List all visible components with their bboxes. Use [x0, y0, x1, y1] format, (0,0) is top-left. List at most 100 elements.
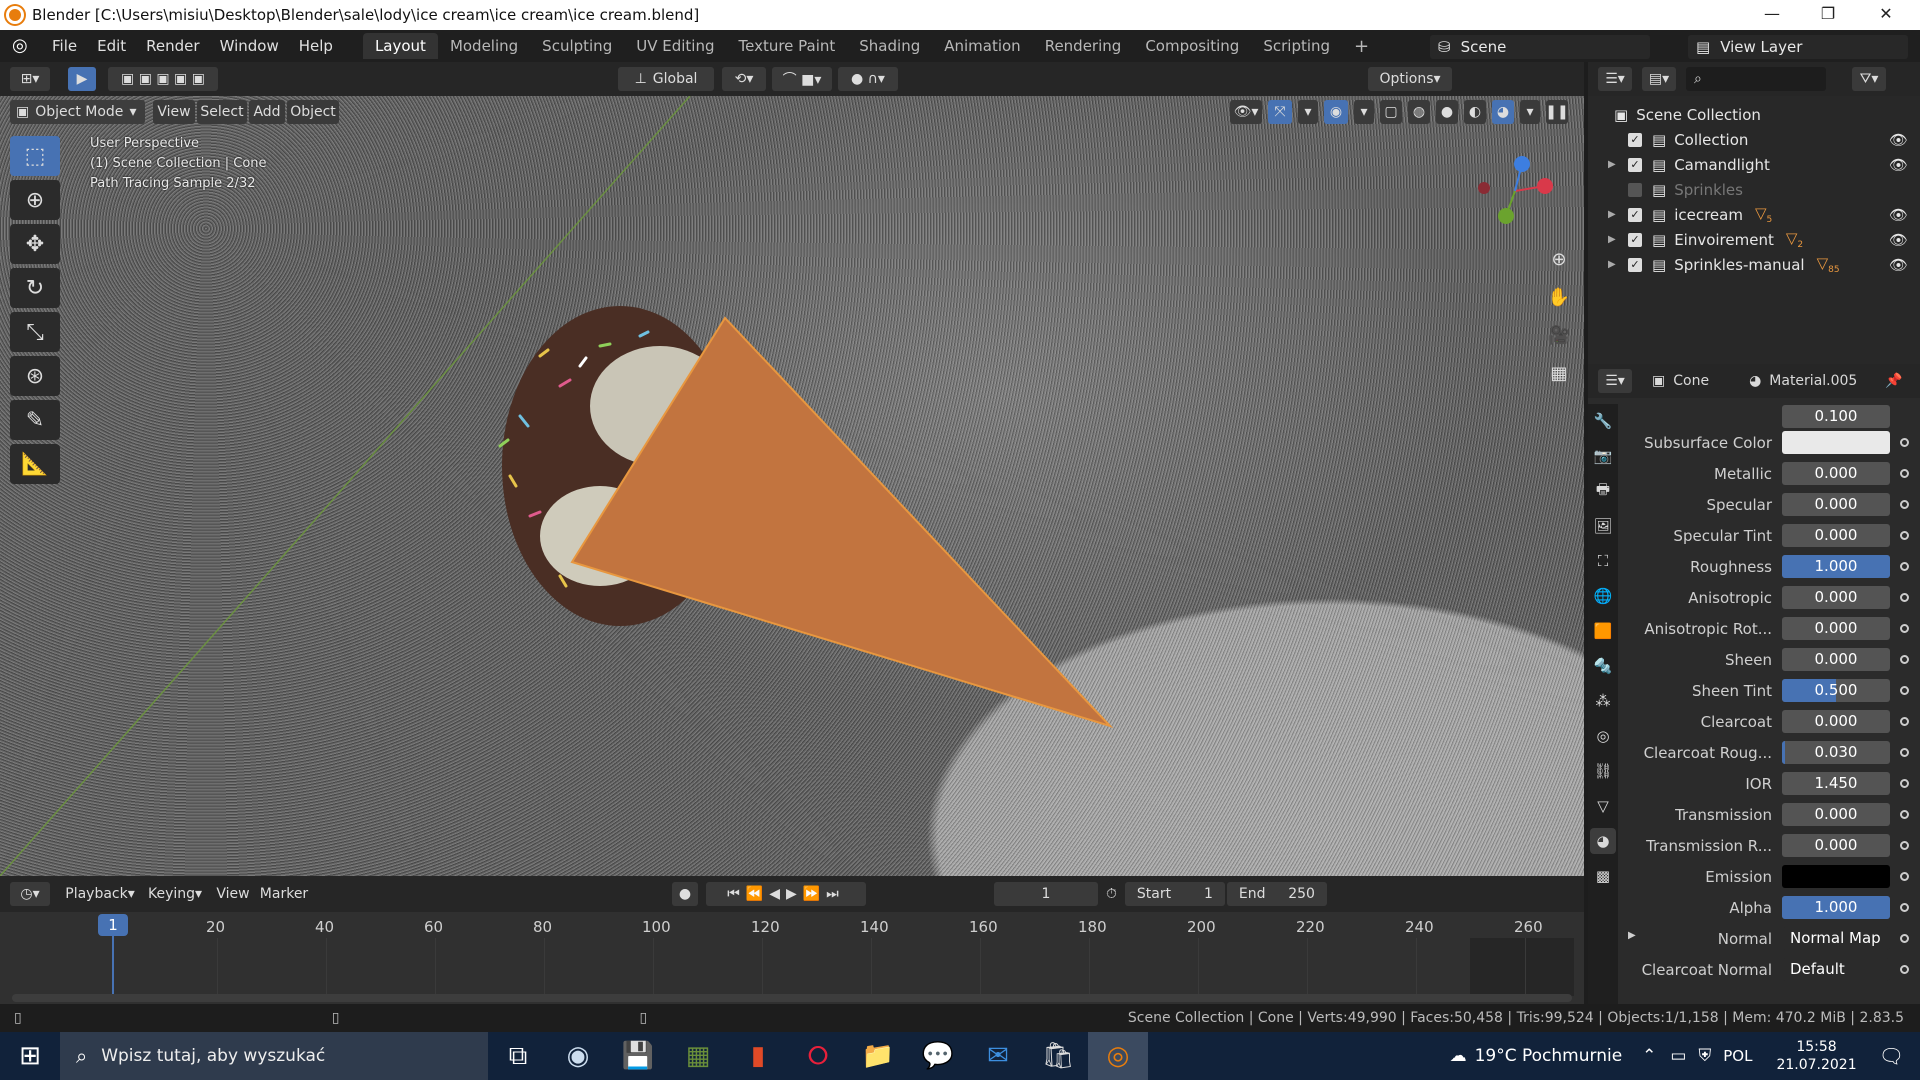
notifications-icon[interactable]: 🗨 [1879, 1044, 1904, 1068]
socket-link-icon[interactable] [1900, 686, 1909, 695]
socket-link-icon[interactable] [1900, 779, 1909, 788]
socket-link-icon[interactable] [1900, 655, 1909, 664]
record-icon[interactable]: ● [672, 882, 698, 906]
exclude-checkbox[interactable]: ✓ [1628, 207, 1642, 222]
property-value-field[interactable] [1782, 865, 1890, 888]
property-value-field[interactable]: 0.000 [1782, 648, 1890, 671]
property-value-field[interactable]: 1.000 [1782, 555, 1890, 578]
outliner-editor-type-icon[interactable]: ☰▾ [1598, 67, 1632, 91]
tab-texture-paint[interactable]: Texture Paint [726, 33, 847, 59]
transform-orientation-select[interactable]: ⊥ Global [618, 67, 714, 91]
windows-start-icon[interactable]: ⊞ [0, 1032, 60, 1080]
cursor-tool-icon[interactable]: ⊕ [10, 180, 60, 220]
timeline-menu-keying[interactable]: Keying ▾ [140, 882, 210, 906]
scene-tab-icon[interactable]: ⛶ [1590, 548, 1616, 574]
socket-link-icon[interactable] [1900, 562, 1909, 571]
property-value-field[interactable]: Default [1782, 958, 1890, 981]
socket-link-icon[interactable] [1900, 624, 1909, 633]
playback-controls[interactable]: ⏮⏪◀▶⏩⏭ [706, 882, 866, 906]
options-dropdown[interactable]: Options ▾ [1368, 67, 1452, 91]
viewport-menu-view[interactable]: View [153, 100, 195, 124]
viewport-menu-select[interactable]: Select [197, 100, 247, 124]
office-icon[interactable]: ▮ [728, 1032, 788, 1080]
viewport-menu-add[interactable]: Add [249, 100, 285, 124]
security-shield-icon[interactable]: ⛨ [1698, 1046, 1711, 1066]
menu-help[interactable]: Help [289, 37, 343, 55]
visibility-icon[interactable]: 👁▾ [1230, 100, 1262, 124]
socket-link-icon[interactable] [1900, 841, 1909, 850]
filter-icon[interactable]: ⛛▾ [1852, 67, 1886, 91]
socket-link-icon[interactable] [1900, 965, 1909, 974]
socket-link-icon[interactable] [1900, 500, 1909, 509]
timeline-scrollbar[interactable] [12, 994, 1572, 1002]
tab-sculpting[interactable]: Sculpting [530, 33, 624, 59]
property-value-field[interactable]: 0.000 [1782, 834, 1890, 857]
tab-layout[interactable]: Layout [362, 33, 438, 59]
timeline-menu-view[interactable]: View [210, 882, 256, 906]
tab-scripting[interactable]: Scripting [1251, 33, 1342, 59]
select-box-tool-icon[interactable]: ⬚ [10, 136, 60, 176]
constraints-tab-icon[interactable]: ⛓ [1590, 758, 1616, 784]
scene-selector[interactable]: ⛁ Scene [1430, 35, 1650, 59]
tray-chevron-icon[interactable]: ⌃ [1642, 1046, 1656, 1066]
blender-taskbar-icon[interactable]: ◎ [1088, 1032, 1148, 1080]
start-frame-field[interactable]: Start 1 [1124, 882, 1225, 906]
weather-text[interactable]: 19°C Pochmurnie [1475, 1046, 1623, 1066]
camera-view-icon[interactable]: 🎥 [1544, 320, 1574, 350]
store-icon[interactable]: 🛍 [1028, 1032, 1088, 1080]
output-tab-icon[interactable]: 🖶 [1590, 478, 1616, 504]
exclude-checkbox[interactable] [1628, 182, 1642, 197]
pin-icon[interactable]: 📌 [1885, 373, 1902, 389]
exclude-checkbox[interactable]: ✓ [1628, 232, 1642, 247]
timeline-editor-type-icon[interactable]: ◷▾ [10, 882, 50, 906]
viewport-menu-object[interactable]: Object [287, 100, 339, 124]
steam-icon[interactable]: ◉ [548, 1032, 608, 1080]
close-button[interactable]: ✕ [1858, 0, 1914, 30]
clock[interactable]: 15:58 21.07.2021 [1776, 1038, 1856, 1074]
outliner-item[interactable]: ▶ ✓ ▤ icecream ▽5 👁 [1588, 202, 1920, 227]
data-tab-icon[interactable]: ▽ [1590, 793, 1616, 819]
expand-arrow-icon[interactable]: ▶ [1608, 209, 1628, 220]
socket-link-icon[interactable] [1900, 593, 1909, 602]
eye-visibility-icon[interactable]: 👁 [1889, 206, 1908, 224]
scale-tool-icon[interactable]: ⤡ [10, 312, 60, 352]
socket-link-icon[interactable] [1900, 903, 1909, 912]
gizmo-dropdown-icon[interactable]: ▾ [1298, 100, 1318, 124]
object-tab-icon[interactable]: 🟧 [1590, 618, 1616, 644]
rendered-shading-icon[interactable]: ◕ [1492, 100, 1514, 124]
ortho-grid-icon[interactable]: ▦ [1544, 358, 1574, 388]
tab-rendering[interactable]: Rendering [1033, 33, 1134, 59]
select-tool-icon[interactable]: ▶ [68, 67, 96, 91]
timeline-menu-marker[interactable]: Marker [256, 882, 312, 906]
property-value-field[interactable]: 0.030 [1782, 741, 1890, 764]
view-layer-selector[interactable]: ▤ View Layer [1688, 35, 1908, 59]
tab-animation[interactable]: Animation [932, 33, 1032, 59]
tool-tab-icon[interactable]: 🔧 [1590, 408, 1616, 434]
timeline-menu-playback[interactable]: Playback ▾ [60, 882, 140, 906]
render-tab-icon[interactable]: 📷 [1590, 443, 1616, 469]
property-value-field[interactable]: 0.000 [1782, 524, 1890, 547]
playhead-frame-badge[interactable]: 1 [98, 914, 128, 936]
overlay-dropdown-icon[interactable]: ▾ [1354, 100, 1374, 124]
xray-icon[interactable]: ▢ [1380, 100, 1402, 124]
stopwatch-icon[interactable]: ⏱ [1106, 886, 1117, 902]
property-value-field[interactable]: 0.000 [1782, 493, 1890, 516]
taskbar-search-box[interactable]: ⌕ Wpisz tutaj, aby wyszukać [60, 1032, 488, 1080]
zoom-icon[interactable]: ⊕ [1544, 244, 1574, 274]
annotate-tool-icon[interactable]: ✎ [10, 400, 60, 440]
property-value-field[interactable]: Normal Map [1782, 927, 1890, 950]
eye-visibility-icon[interactable]: 👁 [1889, 131, 1908, 149]
menu-window[interactable]: Window [210, 37, 289, 55]
property-value-field[interactable] [1782, 431, 1890, 454]
rotate-tool-icon[interactable]: ↻ [10, 268, 60, 308]
move-tool-icon[interactable]: ✥ [10, 224, 60, 264]
expand-arrow-icon[interactable]: ▶ [1628, 930, 1636, 941]
3d-viewport[interactable]: User Perspective (1) Scene Collection | … [0, 96, 1584, 876]
object-mode-select[interactable]: ▣ Object Mode ▾ [10, 100, 145, 124]
menu-render[interactable]: Render [136, 37, 209, 55]
measure-tool-icon[interactable]: 📐 [10, 444, 60, 484]
property-value-field[interactable]: 0.000 [1782, 617, 1890, 640]
navigation-gizmo[interactable] [1470, 146, 1560, 236]
messenger-icon[interactable]: 💬 [908, 1032, 968, 1080]
property-value-field[interactable]: 1.000 [1782, 896, 1890, 919]
